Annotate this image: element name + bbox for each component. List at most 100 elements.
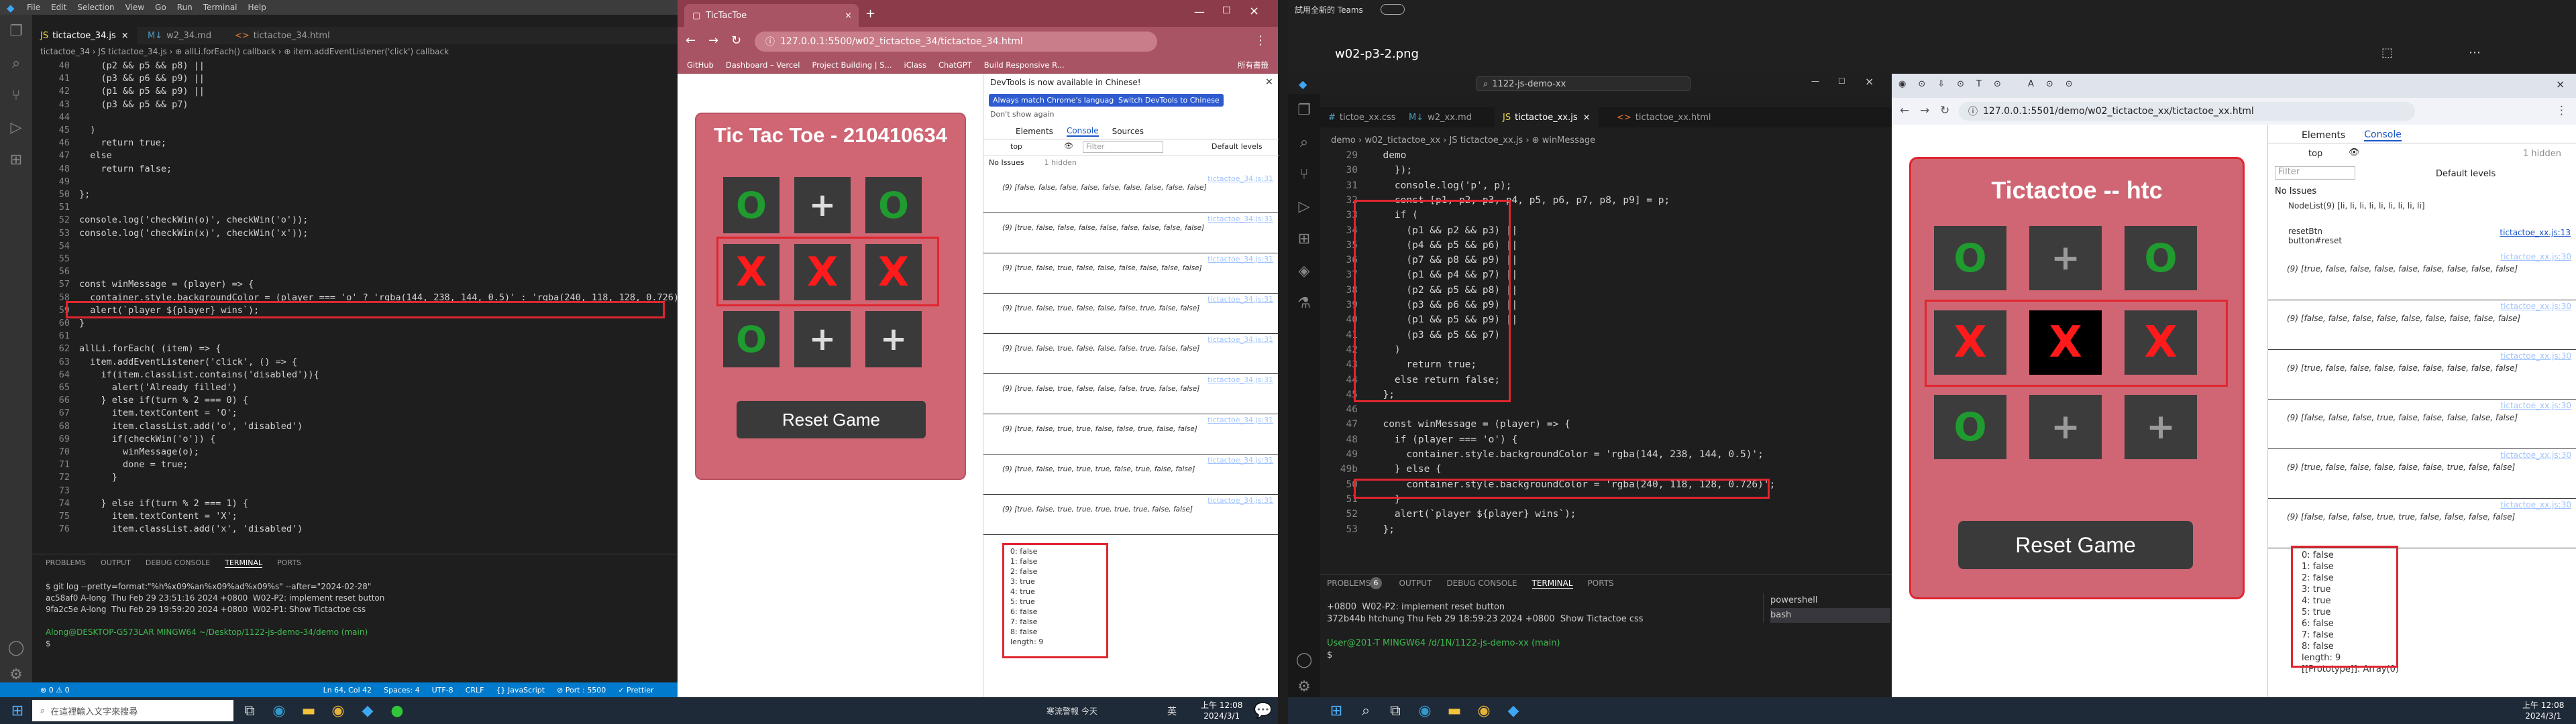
code-text[interactable]: (p3 && p5 && p7) — [79, 99, 189, 110]
command-center-search[interactable]: ⌕ 1122-js-demo-xx — [1476, 76, 1690, 91]
console-log-entry[interactable]: tictactoe_xx.js:30 (9) [false, false, fal… — [2268, 300, 2576, 350]
task-view-icon-2[interactable]: ⧉ — [1381, 697, 1410, 724]
code-text[interactable]: if(item.classList.contains('disabled')){ — [79, 369, 319, 380]
extensions-icon-2[interactable]: ⊞ — [1288, 223, 1320, 255]
code-text[interactable]: item.classList.add('x', 'disabled') — [79, 524, 303, 534]
code-text[interactable]: item.textContent = 'O'; — [79, 408, 237, 418]
right-close-icon[interactable]: × — [1865, 75, 1874, 88]
panel-tab-problems[interactable]: PROBLEMS — [1327, 579, 1371, 589]
code-text[interactable]: console.log('checkWin(o)', checkWin('o')… — [79, 215, 308, 225]
bookmark-folder[interactable]: 所有書籤 — [1238, 60, 1269, 70]
code-text[interactable]: const winMessage = (player) => { — [1371, 419, 1570, 430]
task-view-icon[interactable]: ⧉ — [235, 697, 264, 724]
notification-icon[interactable]: 💬 — [1251, 697, 1275, 724]
menu-selection[interactable]: Selection — [77, 3, 114, 12]
code-text[interactable]: } — [79, 472, 117, 483]
close-window-icon[interactable]: × — [1249, 4, 1259, 18]
extensions-icon[interactable]: ⊞ — [0, 143, 32, 176]
tab-tictactoe-34-js[interactable]: JS tictactoe_34.js × — [32, 27, 137, 44]
source-control-icon[interactable]: ⑂ — [0, 79, 32, 111]
source-link[interactable]: tictactoe_34.js:31 — [1208, 174, 1273, 183]
board-cell[interactable]: + — [2029, 395, 2102, 459]
console-log-entry[interactable]: tictactoe_xx.js:30 (9) [true, false, fals… — [2268, 251, 2576, 300]
console-log-entry[interactable]: tictactoe_xx.js:30 (9) [false, false, fal… — [2268, 499, 2576, 548]
status-item[interactable]: UTF-8 — [432, 686, 453, 695]
console-log-entry[interactable]: tictactoe_xx.js:30 (9) [true, false, fals… — [2268, 350, 2576, 400]
browser-menu-icon[interactable]: ⋮ — [1254, 34, 1267, 48]
vscode-taskbar-icon[interactable]: ◆ — [353, 697, 382, 724]
code-text[interactable]: else — [79, 150, 112, 161]
bookmark-item[interactable]: Project Building | S... — [812, 60, 892, 70]
run-debug-icon[interactable]: ▷ — [0, 111, 32, 143]
tab-tictactoe-xx-html[interactable]: <> tictactoe_xx.html — [1609, 107, 1719, 127]
eye-icon[interactable]: 👁 — [1064, 141, 1073, 150]
panel-tab-debug-console[interactable]: DEBUG CONSOLE — [1446, 579, 1517, 589]
panel-tab-terminal[interactable]: TERMINAL — [1532, 579, 1573, 589]
code-text[interactable]: (p1 && p5 && p9) || — [79, 86, 205, 97]
source-link[interactable]: tictactoe_xx.js:30 — [2500, 450, 2571, 460]
source-link[interactable]: tictactoe_34.js:31 — [1208, 416, 1273, 424]
board-cell[interactable]: O — [1934, 395, 2006, 459]
status-item[interactable]: ⊘ Port : 5500 — [557, 686, 606, 695]
search-icon[interactable]: ⌕ — [0, 47, 32, 79]
source-link[interactable]: tictactoe_34.js:31 — [1208, 255, 1273, 263]
bookmark-item[interactable]: Dashboard – Vercel — [726, 60, 800, 70]
bookmark-item[interactable]: Build Responsive R... — [984, 60, 1065, 70]
code-text[interactable]: } else if(turn % 2 === 1) { — [79, 498, 248, 509]
code-text[interactable]: alert(`player ${player} wins`); — [1371, 509, 1576, 520]
board-cell[interactable]: + — [865, 311, 922, 367]
source-link[interactable]: tictactoe_xx.js:30 — [2500, 500, 2571, 509]
windows-start-icon[interactable]: ⊞ — [3, 697, 32, 724]
address-bar-2[interactable]: ⓘ 127.0.0.1:5501/demo/w02_tictactoe_xx/ti… — [1959, 102, 2415, 121]
explorer-icon[interactable]: ❐ — [0, 15, 32, 47]
source-link-13[interactable]: tictactoe_xx.js:13 — [2500, 228, 2571, 237]
chrome-icon[interactable]: ◉ — [323, 697, 353, 724]
source-link[interactable]: tictactoe_xx.js:30 — [2500, 252, 2571, 261]
console-log-entry[interactable]: tictactoe_xx.js:30 (9) [false, false, fal… — [2268, 400, 2576, 449]
code-text[interactable]: item.textContent = 'X'; — [79, 511, 237, 522]
menu-view[interactable]: View — [125, 3, 144, 12]
reload-icon-2[interactable]: ↻ — [1940, 104, 1949, 117]
board-cell[interactable]: O — [723, 311, 780, 367]
source-link[interactable]: tictactoe_34.js:31 — [1208, 215, 1273, 223]
board-cell[interactable]: + — [2125, 395, 2197, 459]
code-text[interactable]: container.style.backgroundColor = 'rgba(… — [1371, 449, 1764, 460]
input-language[interactable]: 英 — [1167, 705, 1177, 718]
code-text[interactable]: winMessage(o); — [79, 446, 199, 457]
status-item[interactable]: Ln 64, Col 42 — [323, 686, 372, 695]
menu-go[interactable]: Go — [155, 3, 166, 12]
forward-icon[interactable]: → — [708, 34, 718, 48]
top-context-select-2[interactable]: top — [2308, 149, 2322, 159]
source-link[interactable]: tictactoe_34.js:31 — [1208, 335, 1273, 344]
code-text[interactable]: } else if(turn % 2 === 0) { — [79, 395, 248, 406]
code-text[interactable]: item.addEventListener('click', () => { — [79, 357, 297, 367]
code-text[interactable]: (p3 && p6 && p9) || — [79, 73, 205, 84]
viewer-more-icon[interactable]: ⋯ — [2469, 46, 2481, 60]
devtools-tab-sources[interactable]: Sources — [1112, 127, 1144, 136]
code-text[interactable]: return false; — [79, 164, 172, 174]
python-icon[interactable]: ◈ — [1288, 255, 1320, 287]
console-filter-input-2[interactable]: Filter — [2275, 166, 2355, 180]
panel-tab-ports[interactable]: PORTS — [277, 558, 301, 568]
new-tab-icon[interactable]: + — [865, 7, 875, 21]
status-item[interactable]: CRLF — [466, 686, 484, 695]
back-icon[interactable]: ← — [686, 34, 696, 48]
code-text[interactable]: allLi.forEach( (item) => { — [79, 343, 221, 354]
minimize-icon[interactable]: — — [1194, 5, 1205, 18]
menu-file[interactable]: File — [27, 3, 40, 12]
file-explorer-icon[interactable]: ▬ — [294, 697, 323, 724]
default-levels-select-2[interactable]: Default levels — [2436, 169, 2496, 179]
panel-tab-debug-console[interactable]: DEBUG CONSOLE — [146, 558, 210, 568]
console-log-entry[interactable]: tictactoe_34.js:31 (9) [false, false, fal… — [983, 173, 1279, 213]
console-log-entry[interactable]: tictactoe_34.js:31 (9) [true, false, true… — [983, 334, 1279, 374]
back-icon-2[interactable]: ← — [1900, 104, 1909, 117]
source-control-icon-2[interactable]: ⑂ — [1288, 158, 1320, 190]
status-item[interactable]: ⊗ 0 ⚠ 0 — [40, 686, 70, 695]
code-text[interactable]: alert('Already filled') — [79, 382, 237, 393]
board-cell[interactable]: O — [865, 177, 922, 233]
code-text[interactable]: }; — [79, 189, 90, 200]
board-cell[interactable]: O — [2125, 226, 2197, 290]
close-tab-icon[interactable]: × — [845, 11, 852, 21]
run-debug-icon-2[interactable]: ▷ — [1288, 190, 1320, 223]
browser-menu-icon-2[interactable]: ⋮ — [2556, 104, 2567, 117]
